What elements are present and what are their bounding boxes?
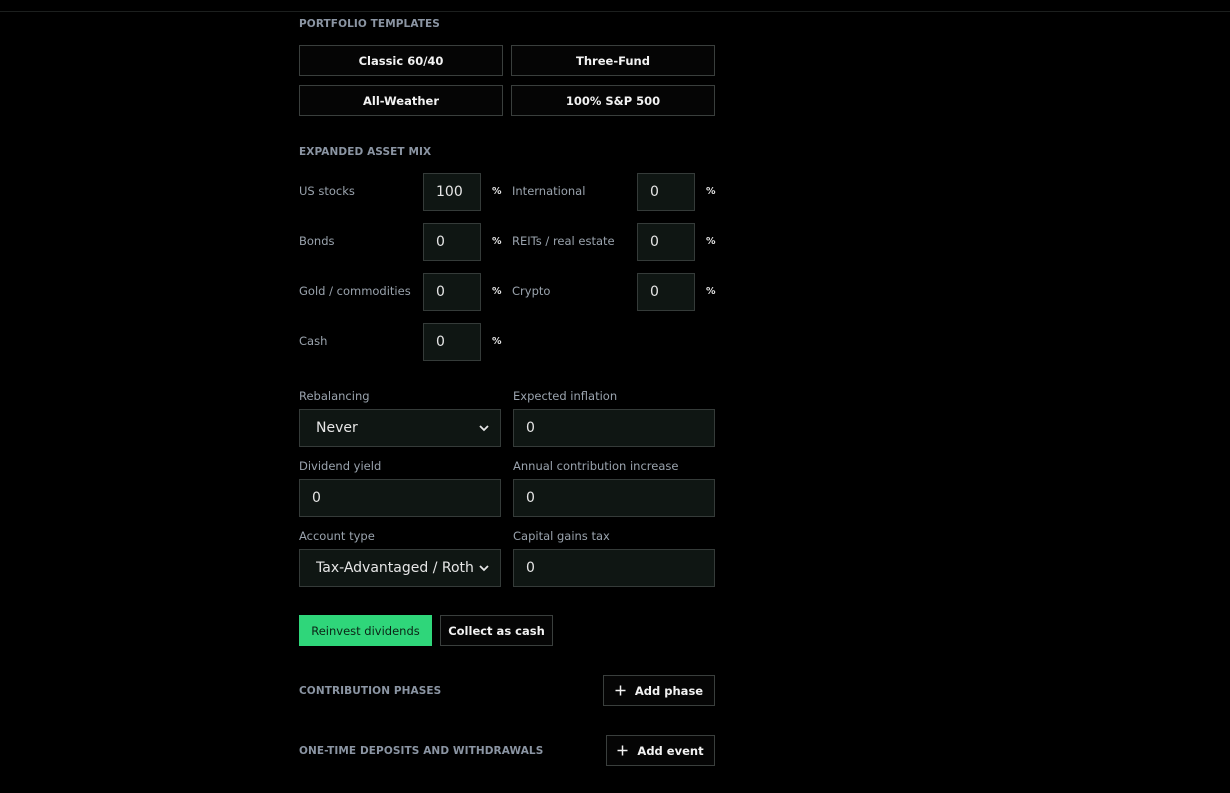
percent-sign: % [706, 236, 716, 247]
template-sp500-button[interactable]: 100% S&P 500 [511, 85, 715, 116]
annual-contribution-increase-input[interactable] [513, 479, 715, 517]
asset-label-international: International [512, 184, 586, 198]
gold-commodities-input[interactable] [423, 273, 481, 311]
percent-sign: % [492, 286, 502, 297]
rebalancing-value: Never [316, 420, 358, 436]
percent-sign: % [492, 236, 502, 247]
add-phase-button[interactable]: Add phase [603, 675, 715, 706]
capital-gains-tax-label: Capital gains tax [513, 529, 610, 543]
one-time-deposits-title: ONE-TIME DEPOSITS AND WITHDRAWALS [299, 745, 544, 757]
chevron-down-icon [479, 565, 489, 572]
top-divider [0, 11, 1230, 12]
template-all-weather-button[interactable]: All-Weather [299, 85, 503, 116]
chevron-down-icon [479, 425, 489, 432]
asset-label-reits: REITs / real estate [512, 234, 615, 248]
add-phase-label: Add phase [634, 683, 704, 698]
expected-inflation-label: Expected inflation [513, 389, 618, 403]
asset-label-gold-commodities: Gold / commodities [299, 284, 411, 298]
reinvest-dividends-button[interactable]: Reinvest dividends [299, 615, 432, 646]
expanded-asset-mix-title: EXPANDED ASSET MIX [299, 146, 432, 158]
template-classic-60-40-button[interactable]: Classic 60/40 [299, 45, 503, 76]
plus-icon [615, 685, 626, 696]
percent-sign: % [706, 186, 716, 197]
crypto-input[interactable] [637, 273, 695, 311]
account-type-label: Account type [299, 529, 375, 543]
bonds-input[interactable] [423, 223, 481, 261]
capital-gains-tax-input[interactable] [513, 549, 715, 587]
portfolio-templates-title: PORTFOLIO TEMPLATES [299, 18, 440, 30]
add-event-button[interactable]: Add event [606, 735, 715, 766]
dividend-yield-label: Dividend yield [299, 459, 382, 473]
plus-icon [617, 745, 628, 756]
account-type-select[interactable]: Tax-Advantaged / Roth [299, 549, 501, 587]
percent-sign: % [492, 186, 502, 197]
expected-inflation-input[interactable] [513, 409, 715, 447]
contribution-phases-title: CONTRIBUTION PHASES [299, 685, 442, 697]
cash-input[interactable] [423, 323, 481, 361]
international-input[interactable] [637, 173, 695, 211]
percent-sign: % [492, 336, 502, 347]
reits-input[interactable] [637, 223, 695, 261]
dividend-yield-input[interactable] [299, 479, 501, 517]
asset-label-us-stocks: US stocks [299, 184, 355, 198]
asset-label-bonds: Bonds [299, 234, 335, 248]
rebalancing-select[interactable]: Never [299, 409, 501, 447]
collect-as-cash-button[interactable]: Collect as cash [440, 615, 553, 646]
template-three-fund-button[interactable]: Three-Fund [511, 45, 715, 76]
percent-sign: % [706, 286, 716, 297]
annual-contribution-increase-label: Annual contribution increase [513, 459, 679, 473]
us-stocks-input[interactable] [423, 173, 481, 211]
rebalancing-label: Rebalancing [299, 389, 370, 403]
add-event-label: Add event [637, 743, 704, 758]
asset-label-cash: Cash [299, 334, 328, 348]
asset-label-crypto: Crypto [512, 284, 551, 298]
account-type-value: Tax-Advantaged / Roth [316, 560, 474, 576]
